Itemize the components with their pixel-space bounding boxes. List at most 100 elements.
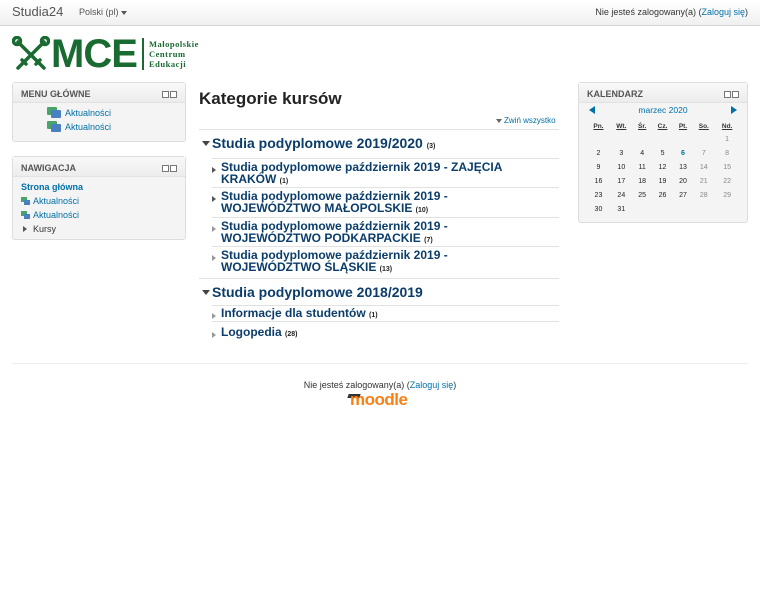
calendar-day — [674, 202, 693, 216]
weekday: So. — [698, 122, 709, 130]
main-menu-item-label[interactable]: Aktualności — [65, 108, 111, 118]
nav-item[interactable]: Aktualności — [21, 208, 177, 222]
expanded-arrow-icon[interactable] — [202, 141, 210, 146]
subcategory-count: (10) — [415, 207, 429, 214]
crossed-keys-icon — [12, 36, 50, 70]
calendar-grid: Pn. Wt. Śr. Cz. Pt. So. Nd. 1 2 3 4 5 6 … — [587, 120, 739, 216]
subcategory-name[interactable]: Informacje dla studentów — [221, 306, 366, 320]
subcategory-name[interactable]: Logopedia — [221, 325, 282, 339]
main-menu-item-label[interactable]: Aktualności — [65, 122, 111, 132]
calendar-day: 27 — [679, 191, 687, 199]
subcategory[interactable]: Studia podyplomowe październik 2019 - WO… — [212, 220, 512, 247]
weekday: Wt. — [616, 122, 627, 130]
calendar-week: 23 24 25 26 27 28 29 — [587, 188, 739, 202]
calendar-day: 10 — [617, 163, 626, 171]
collapsed-arrow-icon[interactable] — [212, 226, 216, 232]
forum-icon — [21, 211, 30, 219]
language-menu[interactable]: Polski (pl) — [79, 7, 127, 17]
subcategory-name[interactable]: Studia podyplomowe październik 2019 - ZA… — [221, 160, 502, 186]
subcategory[interactable]: Informacje dla studentów (1) — [212, 307, 512, 322]
logo-subtitle: Małopolskie Centrum Edukacji — [149, 39, 199, 69]
calendar-day: 26 — [658, 191, 667, 199]
main-menu-header: MENU GŁÓWNE — [13, 83, 185, 103]
category-name[interactable]: Studia podyplomowe 2019/2020 — [212, 135, 423, 151]
site-brand[interactable]: Studia24 — [12, 4, 63, 19]
collapsed-arrow-icon[interactable] — [212, 332, 216, 338]
calendar-day: 4 — [640, 149, 645, 157]
dock-block-icon[interactable] — [170, 91, 177, 98]
nav-courses-label[interactable]: Kursy — [33, 224, 56, 234]
calendar-day: 13 — [679, 163, 687, 171]
collapsed-arrow-icon[interactable] — [212, 167, 216, 173]
chevron-down-icon — [496, 118, 502, 123]
divider — [212, 321, 559, 322]
collapsed-arrow-icon[interactable] — [212, 255, 216, 261]
subcategory-name[interactable]: Studia podyplomowe październik 2019 - WO… — [221, 248, 448, 274]
category-name[interactable]: Studia podyplomowe 2018/2019 — [212, 284, 423, 300]
category-expanded[interactable]: Studia podyplomowe 2018/2019 — [202, 284, 423, 300]
calendar-day: 7 — [701, 149, 706, 157]
main-menu-item[interactable]: Aktualności — [21, 106, 177, 120]
login-link[interactable]: Zaloguj się — [701, 7, 745, 17]
expand-arrow-icon[interactable] — [23, 226, 27, 232]
weekday: Cz. — [657, 122, 668, 130]
calendar-header: KALENDARZ — [579, 83, 747, 103]
subcategory-name[interactable]: Studia podyplomowe październik 2019 - WO… — [221, 219, 448, 245]
nav-home[interactable]: Strona główna — [21, 180, 177, 194]
calendar-day: 12 — [658, 163, 667, 171]
subcategory[interactable]: Studia podyplomowe październik 2019 - ZA… — [212, 161, 512, 188]
subcategory-count: (7) — [424, 237, 433, 244]
weekday: Pn. — [593, 122, 604, 130]
logo-line-2: Centrum — [149, 49, 186, 59]
calendar-week: 9 10 11 12 13 14 15 — [587, 160, 739, 174]
nav-item-label[interactable]: Aktualności — [33, 196, 79, 206]
subcategory[interactable]: Studia podyplomowe październik 2019 - WO… — [212, 249, 512, 276]
expanded-arrow-icon[interactable] — [202, 290, 210, 295]
subcategory[interactable]: Logopedia (28) — [212, 326, 512, 341]
nav-item[interactable]: Aktualności — [21, 194, 177, 208]
collapse-block-icon[interactable] — [162, 165, 169, 172]
next-month-icon[interactable] — [731, 106, 737, 114]
calendar-day: 25 — [638, 191, 647, 199]
navigation-header: NAWIGACJA — [13, 157, 185, 177]
dock-block-icon[interactable] — [732, 91, 739, 98]
moodle-logo-text: moodle — [350, 390, 408, 409]
weekday: Nd. — [721, 122, 733, 130]
nav-item-label[interactable]: Aktualności — [33, 210, 79, 220]
footer-login-info: Nie jesteś zalogowany(a) (Zaloguj się) — [0, 380, 760, 390]
moodle-logo[interactable]: moodle — [346, 390, 416, 410]
divider — [199, 129, 559, 130]
calendar-day: 31 — [617, 205, 626, 213]
footer-divider — [12, 363, 748, 364]
login-info: Nie jesteś zalogowany(a) (Zaloguj się) — [595, 7, 748, 17]
category-expanded[interactable]: Studia podyplomowe 2019/2020 (3) — [202, 135, 435, 151]
collapse-block-icon[interactable] — [724, 91, 731, 98]
collapse-all-link[interactable]: Zwiń wszystko — [496, 116, 556, 125]
subcategory[interactable]: Studia podyplomowe październik 2019 - WO… — [212, 190, 512, 217]
collapsed-arrow-icon[interactable] — [212, 196, 216, 202]
dock-block-icon[interactable] — [170, 165, 177, 172]
site-logo[interactable]: MCE Małopolskie Centrum Edukacji — [12, 32, 222, 76]
collapse-block-icon[interactable] — [162, 91, 169, 98]
forum-icon — [47, 121, 61, 132]
subcategory-count: (13) — [379, 266, 393, 273]
calendar-day: 24 — [617, 191, 626, 199]
forum-icon — [21, 197, 30, 205]
calendar-day: 1 — [725, 135, 730, 143]
nav-home-label[interactable]: Strona główna — [21, 182, 83, 192]
calendar-month[interactable]: marzec 2020 — [587, 105, 739, 115]
calendar-day: 21 — [699, 177, 708, 185]
divider — [212, 187, 559, 188]
subcategory-name[interactable]: Studia podyplomowe październik 2019 - WO… — [221, 189, 448, 215]
collapsed-arrow-icon[interactable] — [212, 313, 216, 319]
main-menu-item[interactable]: Aktualności — [21, 120, 177, 134]
nav-courses[interactable]: Kursy — [21, 222, 177, 236]
calendar-day: 23 — [594, 191, 603, 199]
footer-login-link[interactable]: Zaloguj się — [410, 380, 454, 390]
calendar-day — [610, 132, 633, 146]
calendar-day-today[interactable]: 6 — [674, 146, 693, 160]
calendar-day: 3 — [619, 149, 624, 157]
calendar-day: 8 — [725, 149, 730, 157]
calendar-week: 30 31 — [587, 202, 739, 216]
forum-icon — [47, 107, 61, 118]
